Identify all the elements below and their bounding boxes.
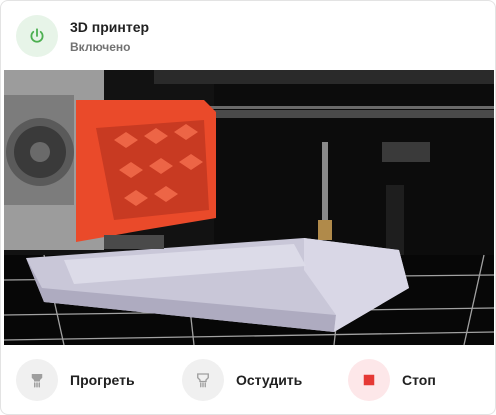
- heat-icon: [31, 374, 43, 388]
- cool-button[interactable]: Остудить: [182, 359, 302, 401]
- cool-label: Остудить: [236, 372, 303, 388]
- card-header: 3D принтер Включено: [1, 1, 495, 70]
- camera-feed[interactable]: [4, 70, 494, 345]
- stop-button[interactable]: Стоп: [348, 359, 436, 401]
- device-title: 3D принтер: [70, 19, 150, 35]
- device-state: Включено: [70, 40, 131, 54]
- cool-icon-wrap: [182, 359, 224, 401]
- heat-icon-wrap: [16, 359, 58, 401]
- camera-image: [4, 70, 494, 345]
- stop-icon-wrap: [348, 359, 390, 401]
- printer-card: 3D принтер Включено Прогреть Остудить Ст…: [0, 0, 496, 415]
- stop-label: Стоп: [402, 372, 436, 388]
- power-button[interactable]: [16, 15, 58, 57]
- card-footer: Прогреть Остудить Стоп: [1, 345, 495, 414]
- cool-icon: [197, 373, 209, 388]
- power-icon: [30, 28, 44, 43]
- heat-button[interactable]: Прогреть: [16, 359, 135, 401]
- heat-label: Прогреть: [70, 372, 135, 388]
- stop-icon: [363, 374, 375, 386]
